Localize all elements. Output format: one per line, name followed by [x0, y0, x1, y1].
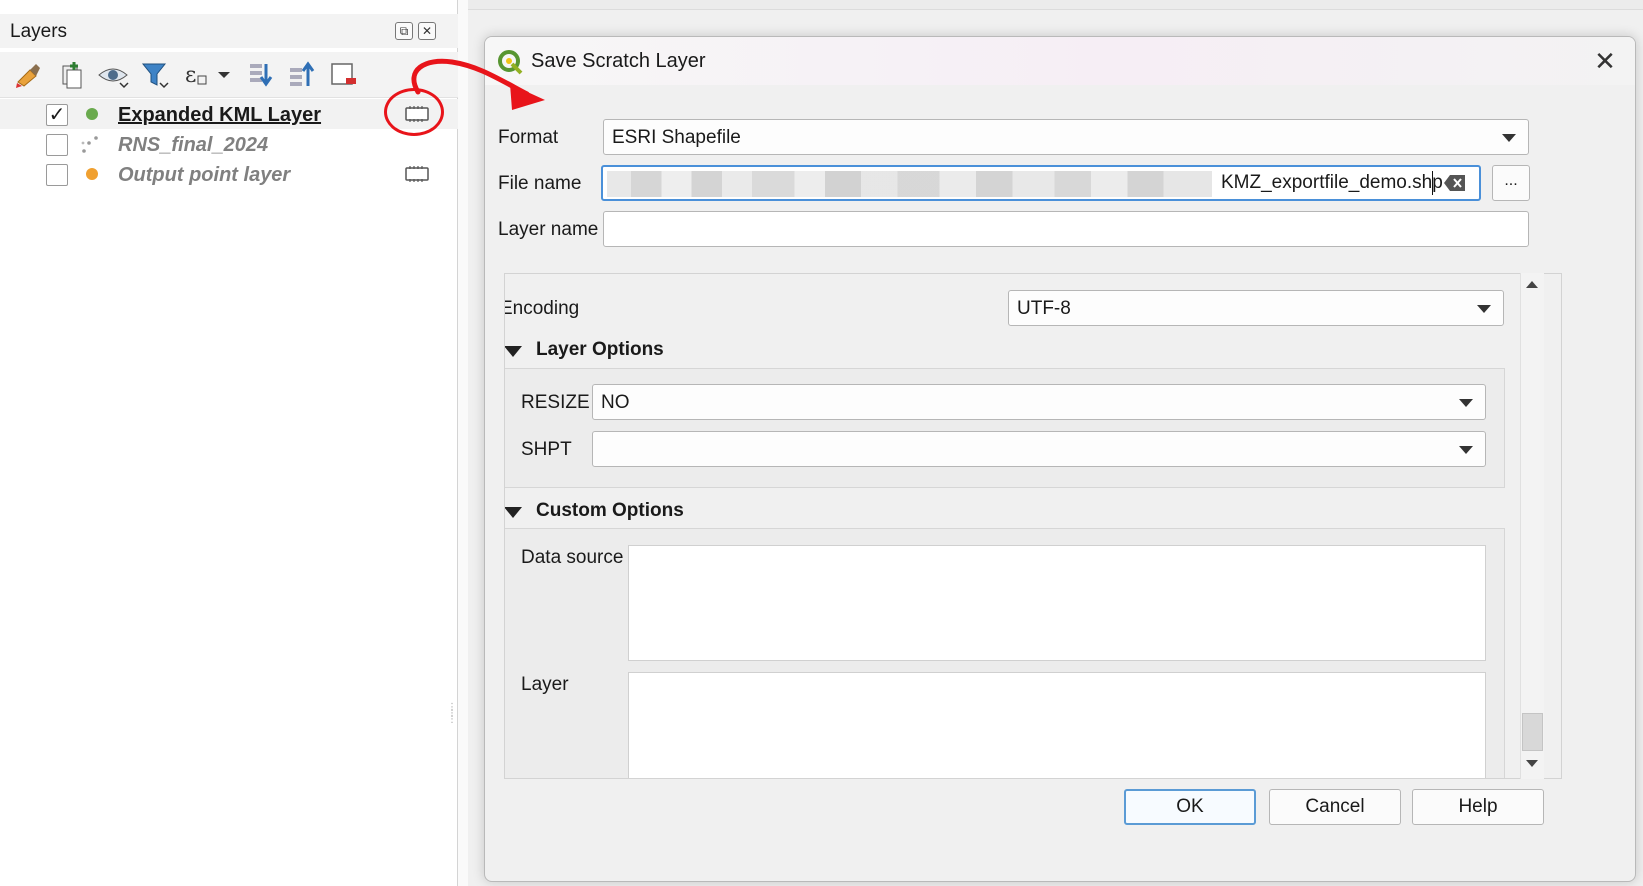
svg-text:ε: ε	[185, 63, 196, 88]
encoding-value: UTF-8	[1017, 298, 1071, 319]
format-value: ESRI Shapefile	[612, 127, 741, 148]
text-caret	[1432, 171, 1433, 195]
point-symbol-icon	[86, 168, 98, 180]
file-name-input[interactable]: KMZ_exportfile_demo.shp	[601, 165, 1481, 201]
layer-row-output-point[interactable]: Output point layer	[0, 159, 458, 189]
format-dropdown[interactable]: ESRI Shapefile	[603, 119, 1529, 155]
qgis-logo-icon	[497, 49, 523, 75]
dialog-titlebar: Save Scratch Layer ✕	[485, 37, 1635, 85]
annotation-red-circle	[384, 88, 444, 136]
resize-label: RESIZE	[521, 392, 590, 413]
layers-panel-header: Layers ⧉ ✕	[0, 14, 458, 48]
layer-options-group: RESIZE NO SHPT	[505, 368, 1505, 488]
resize-value: NO	[601, 392, 630, 413]
layer-visibility-checkbox[interactable]: ✓	[46, 104, 68, 126]
collapse-all-icon[interactable]	[286, 58, 320, 92]
expand-all-icon[interactable]	[244, 58, 278, 92]
chevron-down-icon	[1477, 305, 1491, 313]
chevron-down-icon	[1459, 399, 1473, 407]
visibility-eye-icon[interactable]	[96, 58, 130, 92]
float-panel-icon[interactable]: ⧉	[395, 22, 413, 40]
scroll-up-icon[interactable]	[1526, 281, 1538, 288]
layer-textarea[interactable]	[628, 672, 1486, 778]
collapse-triangle-icon[interactable]	[505, 346, 522, 357]
collapse-triangle-icon[interactable]	[505, 507, 522, 518]
scrollbar-thumb[interactable]	[1522, 713, 1543, 751]
close-panel-icon[interactable]: ✕	[418, 22, 436, 40]
custom-options-header[interactable]: Custom Options	[536, 500, 684, 522]
help-button[interactable]: Help	[1412, 789, 1544, 825]
layer-name-label: Layer name	[498, 219, 599, 240]
scatter-points-icon	[80, 135, 102, 155]
filter-icon[interactable]	[138, 58, 172, 92]
splitter-handle[interactable]: ⋮ ⋮ ⋮	[447, 703, 457, 725]
chevron-down-icon	[1502, 134, 1516, 142]
expression-filter-icon[interactable]: ε	[182, 58, 230, 92]
data-source-textarea[interactable]	[628, 545, 1486, 661]
shpt-dropdown[interactable]	[592, 431, 1486, 467]
file-name-value: KMZ_exportfile_demo.shp	[1221, 172, 1443, 193]
style-paint-icon[interactable]	[12, 58, 46, 92]
cancel-button[interactable]: Cancel	[1269, 789, 1401, 825]
map-canvas-edge	[458, 0, 468, 886]
file-name-label: File name	[498, 173, 582, 194]
options-scroll-area[interactable]: Encoding UTF-8 Layer Options RESIZE NO S…	[504, 273, 1562, 779]
layer-label: Layer	[521, 674, 569, 695]
layers-panel-title: Layers	[10, 21, 68, 42]
layer-visibility-checkbox[interactable]	[46, 164, 68, 186]
layer-name: RNS_final_2024	[118, 134, 269, 156]
layers-toolbar: ε	[0, 52, 458, 98]
save-scratch-layer-dialog: Save Scratch Layer ✕ Format ESRI Shapefi…	[484, 36, 1636, 882]
close-icon[interactable]: ✕	[1589, 45, 1621, 77]
scratch-layer-memory-icon[interactable]	[404, 163, 430, 185]
resize-dropdown[interactable]: NO	[592, 384, 1486, 420]
layer-options-header[interactable]: Layer Options	[536, 339, 664, 361]
format-label: Format	[498, 127, 559, 148]
scroll-down-icon[interactable]	[1526, 760, 1538, 767]
chevron-down-icon	[1459, 446, 1473, 454]
add-group-icon[interactable]	[54, 58, 88, 92]
remove-layer-icon[interactable]	[328, 58, 362, 92]
layer-name: Expanded KML Layer	[118, 104, 322, 126]
layer-name-input[interactable]	[603, 211, 1529, 247]
custom-options-group: Data source Layer	[505, 528, 1505, 778]
point-symbol-icon	[86, 108, 98, 120]
shpt-label: SHPT	[521, 439, 572, 460]
vertical-scrollbar[interactable]	[1520, 273, 1544, 779]
dialog-title: Save Scratch Layer	[531, 50, 706, 72]
layer-row-rns-final[interactable]: RNS_final_2024	[0, 129, 458, 159]
ok-button[interactable]: OK	[1124, 789, 1256, 825]
data-source-label: Data source	[521, 547, 624, 568]
browse-button[interactable]: ...	[1492, 165, 1530, 201]
clear-text-icon[interactable]	[1443, 173, 1467, 193]
layers-panel: Layers ⧉ ✕ ε ✓ Expanded KML Layer RNS_fi…	[0, 0, 458, 886]
encoding-dropdown[interactable]: UTF-8	[1008, 290, 1504, 326]
encoding-label: Encoding	[504, 298, 580, 319]
layer-name: Output point layer	[118, 164, 291, 186]
redacted-path	[607, 171, 1212, 197]
layer-visibility-checkbox[interactable]	[46, 134, 68, 156]
